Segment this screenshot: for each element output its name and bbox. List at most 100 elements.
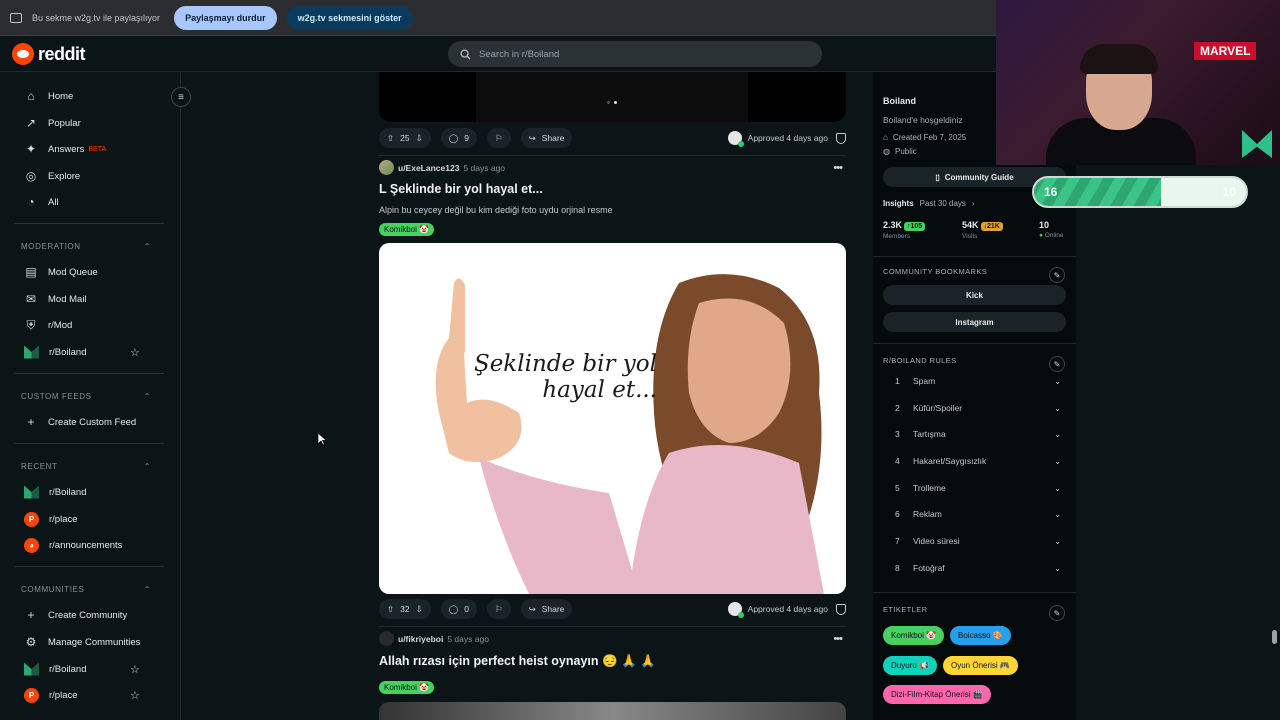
rule-item[interactable]: 4 Hakaret/Saygısızlık ⌄ <box>895 454 1061 468</box>
post-title[interactable]: Allah rızası için perfect heist oynayın … <box>379 654 656 669</box>
tag-oyun-onerisi[interactable]: Oyun Önerisi 🎮 <box>943 656 1018 675</box>
rule-item[interactable]: 7 Video süresi ⌄ <box>895 534 1061 548</box>
nav-recent-boiland[interactable]: r/Boiland <box>14 479 164 505</box>
mod-avatar <box>727 602 744 618</box>
members-value: 2.3K <box>883 220 903 230</box>
communities-section-header[interactable]: COMMUNITIES ⌃ <box>21 585 151 594</box>
tag-boicasso[interactable]: Boicasso 🎨 <box>950 626 1011 645</box>
more-options-icon[interactable]: ••• <box>833 162 843 174</box>
search-input[interactable] <box>479 48 779 60</box>
stop-sharing-button[interactable]: Paylaşmayı durdur <box>174 5 277 30</box>
rule-item[interactable]: 1 Spam ⌄ <box>895 374 1061 388</box>
post-media[interactable] <box>379 72 846 122</box>
menu-toggle-button[interactable]: ≡ <box>171 87 191 107</box>
nav-community-place[interactable]: P r/place ☆ <box>14 682 164 708</box>
rule-item[interactable]: 6 Reklam ⌄ <box>895 507 1061 521</box>
nav-community-boiland[interactable]: r/Boiland ☆ <box>14 656 164 682</box>
bookmark-kick-button[interactable]: Kick <box>883 285 1066 305</box>
chevron-down-icon: ⌄ <box>1054 483 1061 493</box>
share-button[interactable]: ↪ Share <box>520 128 573 148</box>
show-tab-button[interactable]: w2g.tv sekmesini göster <box>286 5 413 30</box>
nav-home[interactable]: ⌂ Home <box>14 83 164 109</box>
nav-popular[interactable]: ↗ Popular <box>14 110 164 136</box>
avatar[interactable] <box>379 631 394 646</box>
nav-recent-place[interactable]: P r/place <box>14 506 164 532</box>
post-flair[interactable]: Komikboi 🤡 <box>379 223 435 236</box>
star-icon[interactable]: ☆ <box>130 346 140 359</box>
nav-recent-announcements[interactable]: ◕ r/announcements <box>14 532 164 558</box>
post-title[interactable]: L Şeklinde bir yol hayal et... <box>379 182 543 196</box>
visits-value: 54K <box>962 220 979 230</box>
post-author[interactable]: u/fikriyeboi <box>398 634 443 644</box>
edit-pencil-icon[interactable]: ✎ <box>1049 356 1065 372</box>
insights-label: Insights <box>883 199 914 208</box>
rule-item[interactable]: 3 Tartışma ⌄ <box>895 427 1061 441</box>
nav-r-boiland-label: r/Boiland <box>49 346 87 358</box>
nav-mod-mail[interactable]: ✉ Mod Mail <box>14 286 164 312</box>
avatar[interactable] <box>379 160 394 175</box>
nav-create-community[interactable]: + Create Community <box>14 602 164 628</box>
nav-explore[interactable]: ◎ Explore <box>14 163 164 189</box>
more-options-icon[interactable]: ••• <box>833 633 843 645</box>
upvote-icon[interactable]: ⇧ <box>387 604 394 615</box>
post-author[interactable]: u/ExeLance123 <box>398 163 459 173</box>
post-image[interactable]: Şeklinde bir yol hayal et... <box>379 243 846 594</box>
chevron-down-icon: ⌄ <box>1054 403 1061 413</box>
nav-all[interactable]: ◔ All <box>14 189 164 215</box>
rules-heading: R/BOILAND RULES <box>883 356 957 365</box>
share-button[interactable]: ↪ Share <box>520 599 573 619</box>
rule-item[interactable]: 5 Trolleme ⌄ <box>895 481 1061 495</box>
nav-create-custom-feed[interactable]: + Create Custom Feed <box>14 409 164 435</box>
moderation-section-header[interactable]: MODERATION ⌃ <box>21 242 151 251</box>
downvote-icon[interactable]: ⇩ <box>416 604 423 615</box>
tag-komikboi[interactable]: Komikboi 🤡 <box>883 626 945 645</box>
vote-count: 25 <box>400 133 410 143</box>
vote-control: ⇧ 32 ⇩ <box>379 599 431 619</box>
edit-pencil-icon[interactable]: ✎ <box>1049 605 1065 621</box>
search-bar[interactable] <box>448 41 822 67</box>
nav-mod-queue[interactable]: ▤ Mod Queue <box>14 259 164 285</box>
media-frame <box>476 72 748 122</box>
shield-icon[interactable] <box>836 132 846 144</box>
nav-recent-place-label: r/place <box>49 513 78 525</box>
shield-icon[interactable] <box>836 603 846 615</box>
award-button[interactable]: ⚐ <box>486 599 511 619</box>
upvote-icon[interactable]: ⇧ <box>387 133 394 144</box>
rule-item[interactable]: 2 Küfür/Spoiler ⌄ <box>895 401 1061 415</box>
star-icon[interactable]: ☆ <box>130 689 140 702</box>
custom-feeds-section-header[interactable]: CUSTOM FEEDS ⌃ <box>21 392 151 401</box>
post-header: u/ExeLance123 5 days ago ••• <box>379 160 846 175</box>
comments-button[interactable]: ◯ 9 <box>440 128 477 148</box>
insights-header[interactable]: Insights Past 30 days › <box>883 199 975 208</box>
nav-r-mod[interactable]: ⛨ r/Mod <box>14 312 164 338</box>
communities-heading: COMMUNITIES <box>21 585 85 594</box>
mod-queue-icon: ▤ <box>25 265 37 279</box>
star-icon[interactable]: ☆ <box>130 663 140 676</box>
nav-r-boiland-mod[interactable]: r/Boiland ☆ <box>14 339 164 365</box>
nav-answers[interactable]: ✦ Answers BETA <box>14 136 164 162</box>
carousel-dots[interactable] <box>607 101 617 104</box>
downvote-icon[interactable]: ⇩ <box>416 133 423 144</box>
progress-bar-overlay: 16 10 <box>1032 176 1248 208</box>
community-guide-label: Community Guide <box>944 172 1014 182</box>
tag-duyuru[interactable]: Duyuru 📢 <box>883 656 937 675</box>
comments-button[interactable]: ◯ 0 <box>440 599 477 619</box>
beta-badge: BETA <box>88 145 107 153</box>
award-button[interactable]: ⚐ <box>486 128 511 148</box>
chevron-down-icon: ⌄ <box>1054 563 1061 573</box>
answers-icon: ✦ <box>25 142 37 156</box>
post-flair[interactable]: Komikboi 🤡 <box>379 681 435 694</box>
reddit-logo[interactable]: reddit <box>12 43 86 65</box>
vote-control: ⇧ 25 ⇩ <box>379 128 431 148</box>
share-icon <box>10 12 22 23</box>
post-image[interactable] <box>379 702 846 720</box>
tag-dizi-film-kitap[interactable]: Dizi-Film-Kitap Önerisi 🎬 <box>883 685 991 704</box>
bookmark-instagram-button[interactable]: Instagram <box>883 312 1066 332</box>
rule-item[interactable]: 8 Fotoğraf ⌄ <box>895 561 1061 575</box>
nav-manage-communities[interactable]: ⚙ Manage Communities <box>14 629 164 655</box>
scrollbar-thumb[interactable] <box>1272 630 1277 644</box>
edit-pencil-icon[interactable]: ✎ <box>1049 267 1065 283</box>
recent-section-header[interactable]: RECENT ⌃ <box>21 462 151 471</box>
rule-label: Video süresi <box>913 536 960 546</box>
popular-icon: ↗ <box>25 116 37 130</box>
